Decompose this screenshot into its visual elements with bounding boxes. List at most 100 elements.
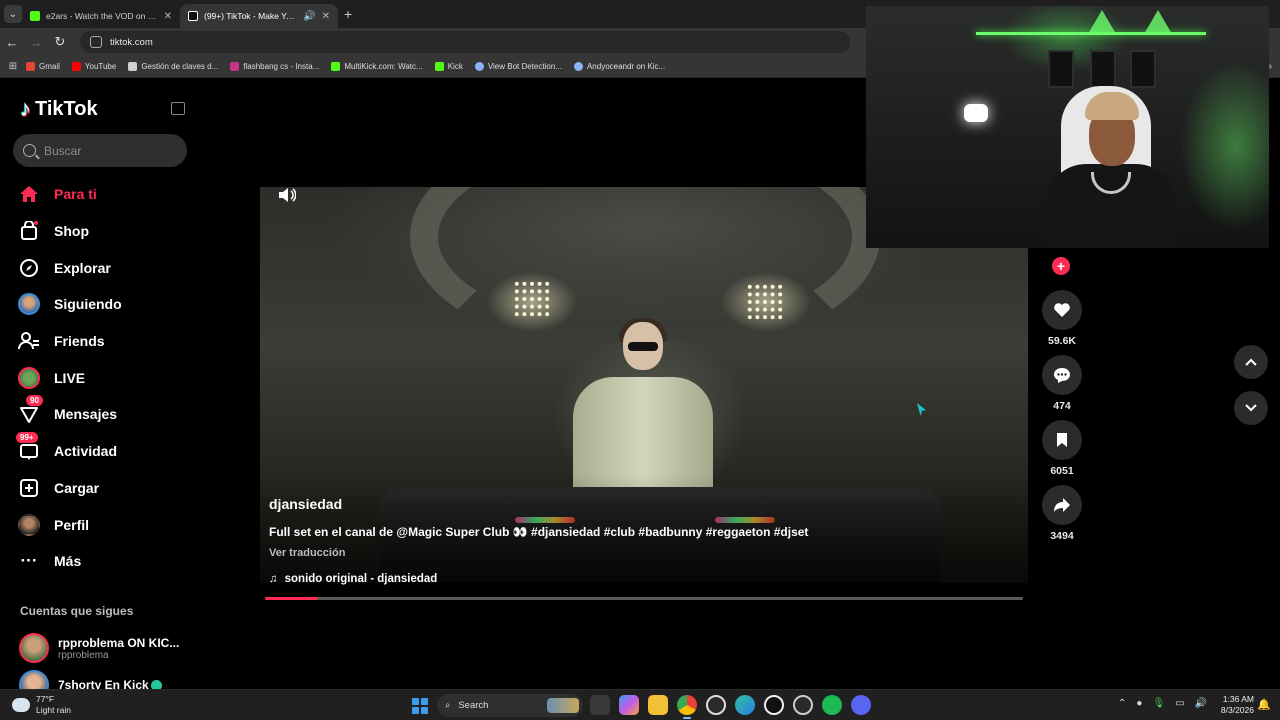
video-author[interactable]: djansiedad [269, 496, 342, 512]
bookmark-gmail[interactable]: Gmail [26, 62, 60, 71]
account-handle: rpproblema [58, 649, 109, 661]
forward-arrow-icon[interactable]: → [24, 35, 48, 50]
collapse-sidebar-icon[interactable] [171, 102, 185, 115]
bookmark-icon[interactable] [1042, 420, 1082, 460]
home-icon [18, 183, 40, 205]
like-action[interactable]: 59.6K [1041, 290, 1083, 347]
chevron-up-icon[interactable]: ⌃ [1118, 698, 1126, 709]
tab-kick[interactable]: e2ars - Watch the VOD on Kick ✕ [22, 4, 180, 28]
tab-close-icon[interactable]: ✕ [164, 11, 172, 22]
comment-action[interactable]: 474 [1041, 355, 1083, 412]
speaker-icon[interactable]: 🔊 [1195, 698, 1207, 709]
sound-link[interactable]: ♫ sonido original - djansiedad [269, 573, 437, 585]
tab-close-icon[interactable]: ✕ [322, 11, 330, 22]
save-action[interactable]: 6051 [1041, 420, 1083, 477]
openai-icon[interactable] [764, 695, 784, 715]
sidebar-item-label: Cargar [54, 479, 100, 496]
next-video-button[interactable] [1234, 391, 1268, 425]
reload-icon[interactable]: ↻ [48, 34, 72, 50]
led-triangle [1088, 10, 1116, 34]
progress-fill [265, 597, 319, 600]
compass-icon [18, 257, 40, 279]
kick-favicon-icon [30, 11, 40, 21]
search-box[interactable] [13, 134, 187, 167]
apps-grid-icon[interactable]: ⊞ [0, 61, 26, 72]
bookmark-label: YouTube [84, 62, 117, 71]
copilot-icon[interactable] [619, 695, 639, 715]
clock[interactable]: 1:36 AM 8/3/2026 [1212, 694, 1254, 716]
sidebar-item-label: Perfil [54, 516, 90, 533]
bookmark-view-bot[interactable]: View Bot Detection... [474, 62, 562, 71]
tab-search-menu-icon[interactable]: ⌄ [4, 5, 22, 23]
discord-icon[interactable] [851, 695, 871, 715]
task-view-icon[interactable] [590, 695, 610, 715]
sidebar-item-perfil[interactable]: Perfil [14, 506, 194, 543]
bookmark-label: Andyoceandr on Kic... [586, 62, 666, 71]
sidebar-item-explorar[interactable]: Explorar [14, 249, 194, 286]
like-count: 59.6K [1047, 335, 1077, 347]
back-arrow-icon[interactable]: ← [0, 35, 24, 50]
sidebar-item-siguiendo[interactable]: Siguiendo [14, 286, 194, 323]
search-highlight-image [547, 698, 579, 713]
sidebar-item-mensajes[interactable]: 90 Mensajes [14, 395, 194, 433]
tray-app-icon[interactable]: ● [1136, 698, 1142, 709]
activity-icon: 99+ [16, 432, 40, 462]
sidebar-item-para-ti[interactable]: Para ti [14, 176, 194, 213]
new-tab-button[interactable]: + [344, 6, 352, 22]
following-account[interactable]: rpproblema ON KIC... rpproblema [19, 633, 179, 663]
video-progress-bar[interactable] [265, 597, 1023, 600]
weather-widget[interactable]: 77°F Light rain [12, 694, 71, 716]
wall-frame [1048, 50, 1074, 88]
bookmark-multikick[interactable]: MultiKick.com: Watc... [331, 62, 423, 71]
bookmark-password-manager[interactable]: Gestión de claves d... [128, 62, 218, 71]
file-explorer-icon[interactable] [648, 695, 668, 715]
tab-audio-icon[interactable]: 🔊 [303, 11, 315, 22]
bookmark-andyoceandr[interactable]: Andyoceandr on Kic... [573, 62, 666, 71]
kick-icon [434, 62, 444, 71]
bookmark-kick[interactable]: Kick [434, 62, 463, 71]
comment-icon[interactable] [1042, 355, 1082, 395]
gmail-icon [26, 62, 35, 71]
upload-icon [18, 477, 40, 499]
notification-bell-icon[interactable]: 🔔 [1257, 698, 1271, 711]
sidebar-item-friends[interactable]: Friends [14, 323, 194, 360]
globe-icon [474, 62, 484, 71]
bookmark-youtube[interactable]: YouTube [71, 62, 117, 71]
sidebar-item-mas[interactable]: ··· Más [14, 543, 194, 580]
system-tray: ⌃ ● 🎙 ▭ 🔊 [1118, 698, 1207, 709]
messages-icon: 90 [18, 395, 43, 425]
obs-icon[interactable] [706, 695, 726, 715]
steam-icon[interactable] [793, 695, 813, 715]
tab-tiktok[interactable]: (99+) TikTok - Make Your Day 🔊 ✕ [180, 4, 338, 28]
chrome-icon[interactable] [677, 695, 697, 719]
sidebar-item-live[interactable]: LIVE [14, 359, 194, 396]
sidebar-item-cargar[interactable]: Cargar [14, 470, 194, 507]
taskbar-search[interactable]: ⌕ Search [437, 694, 583, 717]
sidebar-item-shop[interactable]: Shop [14, 213, 194, 250]
sidebar-item-label: Explorar [54, 259, 111, 276]
translate-link[interactable]: Ver traducción [269, 547, 345, 559]
tiktok-logo[interactable]: ♪ TikTok [20, 96, 98, 122]
bookmark-instagram[interactable]: flashbang cs - Insta... [230, 62, 319, 71]
follow-plus-button[interactable]: + [1052, 257, 1070, 275]
webcam-overlay [866, 6, 1269, 248]
previous-video-button[interactable] [1234, 345, 1268, 379]
search-input[interactable] [44, 143, 174, 158]
site-info-icon[interactable] [90, 36, 102, 48]
video-caption: Full set en el canal de @Magic Super Clu… [269, 525, 809, 539]
microphone-icon[interactable]: 🎙 [1152, 698, 1165, 709]
share-action[interactable]: 3494 [1041, 485, 1083, 542]
heart-icon[interactable] [1042, 290, 1082, 330]
display-icon[interactable]: ▭ [1175, 698, 1184, 709]
logo-text: TikTok [35, 97, 98, 120]
volume-icon[interactable] [278, 187, 297, 208]
sidebar-item-actividad[interactable]: 99+ Actividad [14, 432, 194, 470]
edge-icon[interactable] [735, 695, 755, 715]
address-bar[interactable]: tiktok.com [80, 31, 850, 53]
profile-icon [18, 513, 40, 536]
sidebar-item-label: Para ti [54, 186, 97, 203]
windows-start-icon[interactable] [412, 698, 428, 714]
sound-name: sonido original - djansiedad [284, 573, 438, 585]
share-arrow-icon[interactable] [1042, 485, 1082, 525]
spotify-icon[interactable] [822, 695, 842, 715]
